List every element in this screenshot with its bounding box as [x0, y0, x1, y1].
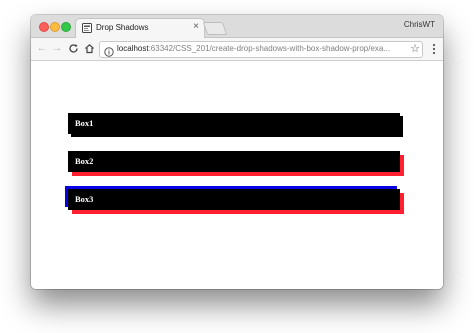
address-bar[interactable]: localhost:63342/CSS_201/create-drop-shad…: [99, 41, 423, 58]
forward-arrow-icon[interactable]: →: [51, 42, 63, 55]
tab-title: Drop Shadows: [96, 23, 149, 32]
page-icon: [82, 23, 92, 33]
more-menu-icon[interactable]: [431, 42, 437, 56]
info-icon[interactable]: [104, 44, 114, 57]
bookmark-star-icon[interactable]: ☆: [410, 42, 420, 57]
browser-toolbar: ← → localhost:63342/CSS_201/create-drop-…: [31, 38, 443, 61]
url-path: :63342/CSS_201/create-drop-shadows-with-…: [148, 44, 391, 53]
back-arrow-icon[interactable]: ←: [36, 42, 48, 55]
tab-drop-shadows[interactable]: Drop Shadows ×: [75, 18, 205, 39]
url-host: localhost: [117, 44, 149, 53]
close-window-button[interactable]: [39, 22, 49, 32]
url-text[interactable]: localhost:63342/CSS_201/create-drop-shad…: [117, 44, 390, 53]
box3: Box3: [68, 189, 400, 210]
screenshot-stage: Drop Shadows × ChrisWT ← → localhost:633…: [0, 0, 474, 333]
minimize-window-button[interactable]: [50, 22, 60, 32]
new-tab-button[interactable]: [202, 22, 228, 35]
box1: Box1: [68, 113, 400, 134]
zoom-window-button[interactable]: [61, 22, 71, 32]
reload-icon[interactable]: [67, 42, 79, 55]
home-icon[interactable]: [83, 42, 95, 55]
box2: Box2: [68, 151, 400, 172]
tab-strip: Drop Shadows × ChrisWT: [31, 15, 443, 39]
tab-close-icon[interactable]: ×: [193, 21, 199, 33]
profile-name[interactable]: ChrisWT: [404, 20, 435, 29]
browser-window: Drop Shadows × ChrisWT ← → localhost:633…: [31, 15, 443, 289]
page-content: Box1 Box2 Box3: [31, 61, 443, 289]
